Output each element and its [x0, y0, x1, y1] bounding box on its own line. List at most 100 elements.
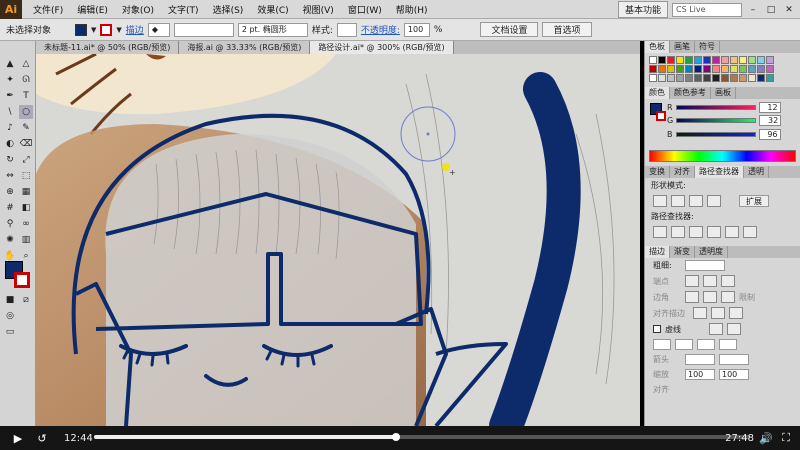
swatch-chip[interactable]	[676, 74, 684, 82]
swatch-chip[interactable]	[748, 56, 756, 64]
miter-join-icon[interactable]	[685, 291, 699, 303]
blob-brush-icon[interactable]: ◐	[3, 137, 17, 151]
unite-icon[interactable]	[653, 195, 667, 207]
divide-icon[interactable]	[653, 226, 667, 238]
doc-setup-button[interactable]: 文档设置	[480, 22, 539, 37]
dash-field-2[interactable]	[697, 339, 715, 350]
gap-field-1[interactable]	[675, 339, 693, 350]
symbol-sprayer-icon[interactable]: ✺	[3, 233, 17, 247]
none-mode-icon[interactable]: ⧄	[19, 293, 33, 307]
menu-window[interactable]: 窗口(W)	[341, 3, 389, 16]
swatch-chip[interactable]	[721, 65, 729, 73]
tab-symbols[interactable]: 符号	[695, 41, 720, 53]
menu-effect[interactable]: 效果(C)	[250, 3, 295, 16]
minimize-icon[interactable]: –	[746, 4, 760, 16]
magic-wand-icon[interactable]: ✦	[3, 73, 17, 87]
opacity-field[interactable]: 100	[403, 22, 430, 37]
swatch-chip[interactable]	[739, 56, 747, 64]
swatch-chip[interactable]	[676, 65, 684, 73]
green-value[interactable]: 32	[759, 114, 782, 126]
maximize-icon[interactable]: □	[764, 4, 778, 16]
outline-icon[interactable]	[725, 226, 739, 238]
direct-selection-tool-icon[interactable]: △	[19, 57, 33, 71]
color-mode-icon[interactable]: ■	[3, 293, 17, 307]
tab-poster[interactable]: 海报.ai @ 33.33% (RGB/预览)	[179, 41, 311, 54]
tab-artboards[interactable]: 画板	[711, 87, 736, 99]
tab-color-guide[interactable]: 颜色参考	[670, 87, 711, 99]
paintbrush-tool-icon[interactable]: ♪	[3, 121, 17, 135]
align-outside-icon[interactable]	[729, 307, 743, 319]
lasso-tool-icon[interactable]: ᘏ	[19, 73, 33, 87]
progress-knob[interactable]	[391, 433, 400, 441]
arrow-start-select[interactable]	[685, 354, 715, 365]
tab-pathfinder[interactable]: 路径查找器	[695, 166, 744, 178]
tab-brushes[interactable]: 画笔	[670, 41, 695, 53]
close-icon[interactable]: ✕	[782, 4, 796, 16]
selection-tool-icon[interactable]: ▲	[3, 57, 17, 71]
fill-dropdown-icon[interactable]: ▼	[91, 26, 96, 34]
swatch-chip[interactable]	[748, 74, 756, 82]
progress-bar[interactable]	[94, 433, 750, 441]
gap-field-2[interactable]	[719, 339, 737, 350]
rotate-tool-icon[interactable]: ↻	[3, 153, 17, 167]
align-inside-icon[interactable]	[711, 307, 725, 319]
artboard-canvas[interactable]: +	[36, 54, 640, 426]
menu-type[interactable]: 文字(T)	[161, 3, 206, 16]
swatch-chip[interactable]	[667, 56, 675, 64]
menu-select[interactable]: 选择(S)	[206, 3, 251, 16]
stroke-link[interactable]: 描边	[126, 23, 144, 36]
workspace-switcher[interactable]: 基本功能	[617, 1, 668, 18]
dash-align-icon[interactable]	[727, 323, 741, 335]
red-slider[interactable]	[675, 104, 756, 110]
swatch-chip[interactable]	[685, 65, 693, 73]
swatch-chip[interactable]	[685, 56, 693, 64]
perspective-grid-icon[interactable]: ▦	[19, 185, 33, 199]
swatch-chip[interactable]	[685, 74, 693, 82]
tab-color[interactable]: 颜色	[645, 87, 670, 99]
pencil-tool-icon[interactable]: ✎	[19, 121, 33, 135]
swatch-chip[interactable]	[658, 65, 666, 73]
fullscreen-icon[interactable]: ⛶	[774, 431, 798, 445]
pen-tool-icon[interactable]: ✒	[3, 89, 17, 103]
weight-field[interactable]	[685, 260, 725, 271]
align-center-icon[interactable]	[693, 307, 707, 319]
intersect-icon[interactable]	[689, 195, 703, 207]
trim-icon[interactable]	[671, 226, 685, 238]
minus-front-icon[interactable]	[671, 195, 685, 207]
swatch-chip[interactable]	[649, 56, 657, 64]
blue-value[interactable]: 96	[758, 128, 781, 140]
tab-align[interactable]: 对齐	[670, 166, 695, 178]
swatch-chip[interactable]	[676, 56, 684, 64]
dashed-checkbox[interactable]	[653, 325, 661, 333]
ellipse-tool-icon[interactable]: ○	[19, 105, 33, 119]
exclude-icon[interactable]	[707, 195, 721, 207]
style-field[interactable]	[336, 22, 357, 37]
menu-help[interactable]: 帮助(H)	[389, 3, 435, 16]
cs-live-button[interactable]: CS Live	[672, 2, 742, 17]
swatch-chip[interactable]	[694, 65, 702, 73]
crop-icon[interactable]	[707, 226, 721, 238]
swatch-chip[interactable]	[667, 65, 675, 73]
arrow-end-scale[interactable]: 100	[719, 369, 749, 380]
blue-slider[interactable]	[675, 131, 756, 137]
menu-file[interactable]: 文件(F)	[26, 3, 70, 16]
round-cap-icon[interactable]	[703, 275, 717, 287]
dash-field-1[interactable]	[653, 339, 671, 350]
swatch-chip[interactable]	[658, 56, 666, 64]
swatch-chip[interactable]	[766, 65, 774, 73]
width-tool-icon[interactable]: ⇔	[3, 169, 17, 183]
butt-cap-icon[interactable]	[685, 275, 699, 287]
swatch-chip[interactable]	[703, 56, 711, 64]
tab-stroke[interactable]: 描边	[645, 246, 670, 258]
free-transform-icon[interactable]: ⬚	[19, 169, 33, 183]
swatch-chip[interactable]	[712, 65, 720, 73]
tab-transparency[interactable]: 透明	[744, 166, 769, 178]
type-tool-icon[interactable]: T	[19, 89, 33, 103]
swatch-chip[interactable]	[712, 74, 720, 82]
swatch-chip[interactable]	[730, 56, 738, 64]
stroke-dropdown-icon[interactable]: ▼	[116, 26, 121, 34]
eyedropper-icon[interactable]: ⚲	[3, 217, 17, 231]
fill-swatch[interactable]	[75, 23, 88, 36]
swatch-chip[interactable]	[757, 65, 765, 73]
eraser-tool-icon[interactable]: ⌫	[19, 137, 33, 151]
